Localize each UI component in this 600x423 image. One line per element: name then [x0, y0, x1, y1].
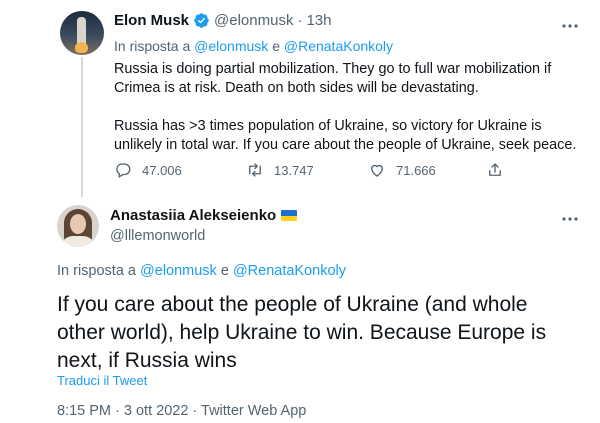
- reply-count: 47.006: [142, 162, 182, 178]
- reply-button[interactable]: 47.006: [114, 161, 182, 179]
- share-button[interactable]: [486, 161, 514, 179]
- reply-conjunction: e: [272, 38, 280, 54]
- ukraine-flag-icon: [281, 210, 298, 221]
- more-icon[interactable]: [560, 16, 580, 36]
- author-name[interactable]: Anastasiia Alekseienko: [110, 207, 276, 224]
- reply-conjunction: e: [220, 263, 229, 279]
- retweet-icon: [249, 163, 261, 177]
- separator-dot: ·: [297, 12, 303, 29]
- author-name-row: Anastasiia Alekseienko: [110, 207, 298, 224]
- tweet-text: Russia is doing partial mobilization. Th…: [114, 61, 577, 153]
- translate-tweet-link[interactable]: Traduci il Tweet: [57, 373, 147, 388]
- avatar[interactable]: [57, 205, 99, 247]
- retweet-count: 13.747: [274, 162, 314, 178]
- tweet-time[interactable]: 13h: [306, 12, 331, 29]
- reply-mention[interactable]: @elonmusk: [140, 263, 217, 279]
- parent-tweet[interactable]: Elon Musk @elonmusk · 13h In risposta a …: [0, 0, 600, 197]
- retweet-button[interactable]: 13.747: [246, 161, 314, 179]
- avatar-body: [61, 236, 95, 247]
- verified-icon: [193, 12, 210, 29]
- author-name[interactable]: Elon Musk: [114, 12, 189, 29]
- reply-mention[interactable]: @RenataKonkoly: [233, 263, 346, 279]
- reply-context: In risposta a @elonmusk e @RenataKonkoly: [57, 263, 346, 279]
- avatar-face: [70, 214, 86, 234]
- rocket-flame: [75, 42, 88, 53]
- rocket-image: [77, 17, 86, 45]
- focused-tweet: Anastasiia Alekseienko @lllemonworld In …: [0, 197, 600, 423]
- tweet-timestamp[interactable]: 8:15 PM · 3 ott 2022 · Twitter Web App: [57, 403, 306, 419]
- tweet-text: If you care about the people of Ukraine …: [57, 293, 547, 372]
- reply-icon: [116, 163, 131, 178]
- reply-prefix: In risposta a: [57, 263, 136, 279]
- reply-prefix: In risposta a: [114, 38, 191, 54]
- author-handle[interactable]: @elonmusk: [214, 12, 293, 29]
- reply-context: In risposta a @elonmusk e @RenataKonkoly: [114, 38, 393, 54]
- like-button[interactable]: 71.666: [368, 161, 436, 179]
- share-icon: [489, 163, 501, 176]
- avatar[interactable]: [60, 11, 104, 55]
- tweet-header: Elon Musk @elonmusk · 13h: [114, 12, 331, 29]
- like-count: 71.666: [396, 162, 436, 178]
- thread-line: [81, 57, 83, 197]
- reply-mention[interactable]: @elonmusk: [194, 38, 268, 54]
- reply-mention[interactable]: @RenataKonkoly: [284, 38, 393, 54]
- like-icon: [371, 164, 383, 177]
- tweet-actions: 47.006 13.747 71.666: [114, 161, 514, 183]
- more-icon[interactable]: [560, 209, 580, 229]
- author-handle[interactable]: @lllemonworld: [110, 228, 205, 244]
